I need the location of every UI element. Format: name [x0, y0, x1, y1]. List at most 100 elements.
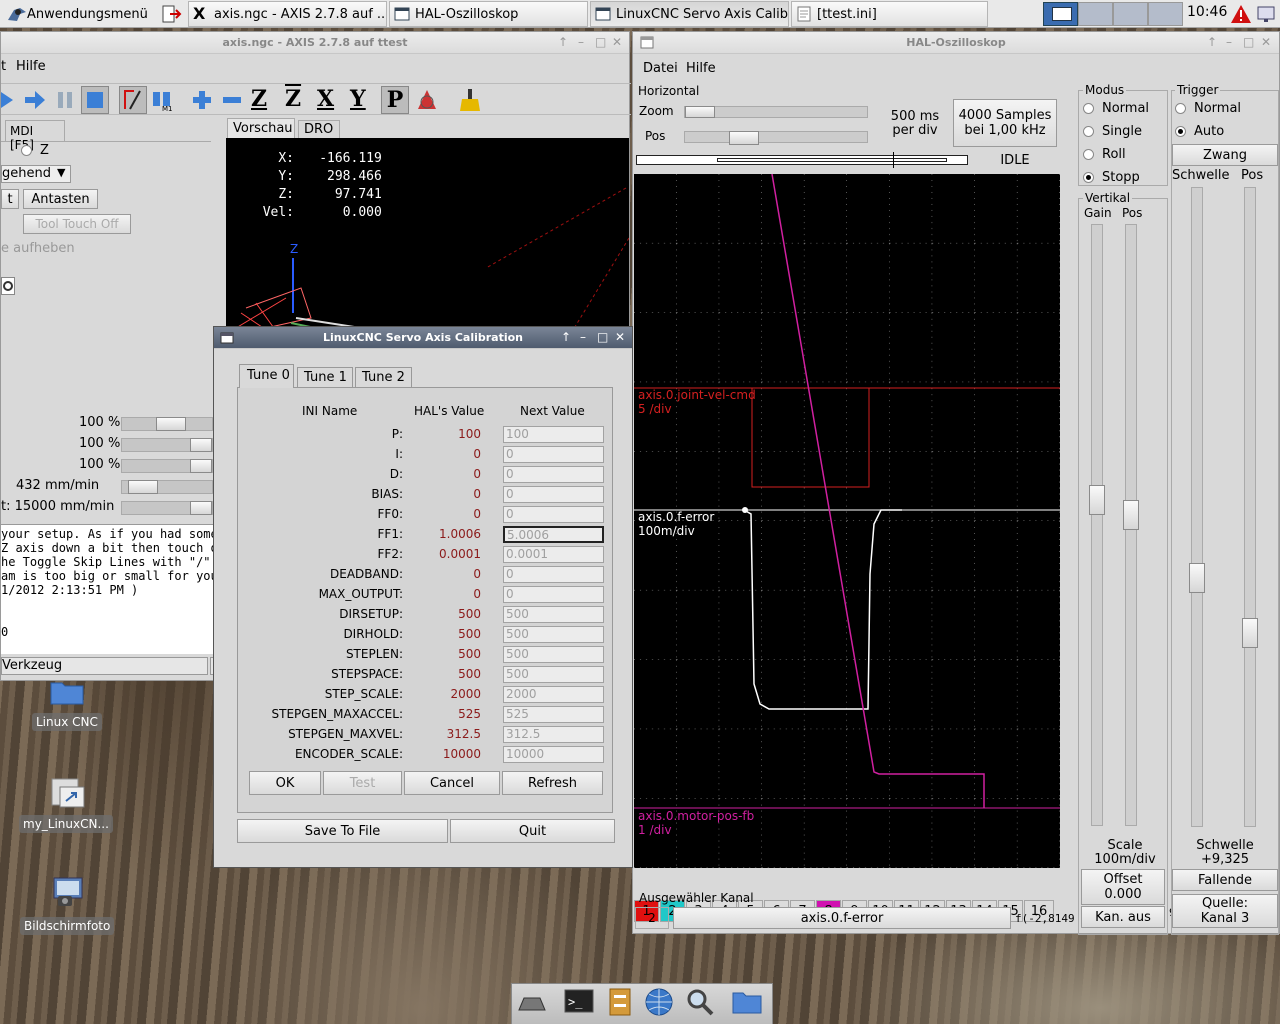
quit-button[interactable]: Quit [450, 819, 615, 843]
feed-override-slider[interactable] [121, 417, 213, 431]
workspace-4[interactable] [1148, 2, 1183, 26]
slider-thumb[interactable] [190, 438, 212, 452]
slider-thumb[interactable] [685, 106, 715, 118]
param-next-value-input[interactable]: 0 [503, 566, 604, 583]
param-next-value-input[interactable]: 525 [503, 706, 604, 723]
test-button[interactable]: Test [323, 771, 402, 795]
max-velocity-slider[interactable] [121, 501, 213, 515]
param-next-value-input[interactable]: 500 [503, 646, 604, 663]
window-maximize-icon[interactable]: □ [597, 330, 608, 344]
trigger-normal[interactable]: Normal [1175, 101, 1241, 116]
zoom-out-icon[interactable] [221, 89, 243, 111]
menu-item-file[interactable]: t [1, 59, 6, 74]
desktop-icon-my-linuxcnc[interactable]: my_LinuxCN... [19, 815, 113, 833]
slider-thumb[interactable] [1123, 500, 1139, 530]
menu-item-help[interactable]: Hilfe [16, 59, 46, 74]
clock[interactable]: 10:46 [1187, 4, 1227, 20]
jog-speed-slider[interactable] [121, 480, 213, 494]
record-position-bar[interactable] [636, 152, 968, 168]
save-to-file-button[interactable]: Save To File [237, 819, 448, 843]
slider-thumb[interactable] [156, 417, 186, 431]
param-next-value-input[interactable]: 0 [503, 446, 604, 463]
slider-thumb[interactable] [190, 459, 212, 473]
window-menu-icon[interactable] [640, 36, 654, 50]
param-next-value-input[interactable]: 500 [503, 606, 604, 623]
window-close-icon[interactable]: ✕ [1261, 35, 1271, 49]
task-axis[interactable]: Xaxis.ngc - AXIS 2.7.8 auf ... [188, 1, 387, 27]
pause-icon[interactable] [55, 90, 75, 110]
param-next-value-input[interactable]: 0 [503, 506, 604, 523]
task-servo-calibration[interactable]: LinuxCNC Servo Axis Calib... [590, 1, 789, 27]
terminal-icon[interactable]: >_ [563, 986, 595, 1018]
file-manager-icon[interactable] [604, 986, 636, 1018]
tab-tune-0[interactable]: Tune 0 [239, 364, 294, 388]
param-next-value-input[interactable]: 500 [503, 626, 604, 643]
param-next-value-input[interactable]: 0.0001 [503, 546, 604, 563]
modus-stopp[interactable]: Stopp [1083, 170, 1140, 185]
menu-item-datei[interactable]: Datei [643, 61, 678, 76]
modus-single[interactable]: Single [1083, 124, 1142, 139]
folder-icon[interactable] [731, 986, 763, 1018]
zoom-in-icon[interactable] [191, 89, 213, 111]
folder-icon[interactable] [50, 679, 84, 705]
param-next-value-input[interactable]: 2000 [503, 686, 604, 703]
tab-preview[interactable]: Vorschau [227, 118, 295, 138]
window-minimize-icon[interactable]: – [1226, 35, 1232, 49]
menu-item-hilfe[interactable]: Hilfe [686, 61, 716, 76]
tool-touch-off-button[interactable]: Tool Touch Off [23, 214, 131, 234]
search-icon[interactable] [684, 986, 716, 1018]
trigger-auto[interactable]: Auto [1175, 124, 1224, 139]
window-up-icon[interactable]: ↑ [558, 35, 568, 49]
window-maximize-icon[interactable]: □ [595, 35, 606, 49]
step-icon[interactable] [23, 88, 47, 112]
channel-off-button[interactable]: Kan. aus [1081, 906, 1165, 928]
gain-slider[interactable] [1089, 224, 1105, 826]
force-trigger-button[interactable]: Zwang [1172, 144, 1278, 166]
param-next-value-input[interactable]: 100 [503, 426, 604, 443]
desktop-icon-bildschirmfoto[interactable]: Bildschirmfoto [20, 917, 115, 935]
task-ttest-ini[interactable]: [ttest.ini] [791, 1, 988, 27]
workspace-2[interactable] [1078, 2, 1113, 26]
window-minimize-icon[interactable]: – [578, 35, 584, 49]
param-next-value-input[interactable]: 500 [503, 666, 604, 683]
window-maximize-icon[interactable]: □ [1243, 35, 1254, 49]
slider-thumb[interactable] [190, 501, 212, 515]
task-hal-scope[interactable]: HAL-Oszilloskop [389, 1, 588, 27]
param-next-value-input[interactable]: 5.0006 [503, 526, 604, 543]
desktop-icon-linux-cnc[interactable]: Linux CNC [32, 713, 102, 731]
window-up-icon[interactable]: ↑ [1207, 35, 1217, 49]
warning-icon[interactable] [1230, 4, 1252, 27]
spindle-override-slider[interactable] [121, 438, 213, 452]
param-next-value-input[interactable]: 0 [503, 466, 604, 483]
tab-tune-1[interactable]: Tune 1 [297, 367, 353, 387]
touch-off-button[interactable]: t [1, 189, 19, 209]
vertical-pos-slider[interactable] [1123, 224, 1139, 826]
tab-tune-2[interactable]: Tune 2 [355, 367, 412, 387]
block-delete-icon[interactable] [119, 86, 147, 114]
stop-button[interactable] [81, 86, 109, 114]
logout-icon[interactable] [160, 4, 182, 24]
jog-mode-combo[interactable]: gehend ▼ [1, 165, 71, 183]
slider-thumb[interactable] [128, 480, 158, 494]
application-menu-button[interactable]: Anwendungsmenü [2, 1, 182, 27]
probe-button[interactable]: Antasten [23, 189, 98, 209]
clear-plot-icon[interactable] [458, 87, 482, 113]
view-z2-icon[interactable]: Z [285, 86, 301, 112]
zoom-slider[interactable] [684, 106, 868, 118]
show-desktop-icon[interactable] [516, 986, 548, 1018]
preview-canvas[interactable]: Z X: -166.119 Y: 298.466 Z: 97.741 Vel: … [226, 138, 629, 358]
window-menu-icon[interactable] [220, 331, 234, 345]
param-next-value-input[interactable]: 0 [503, 486, 604, 503]
view-y-icon[interactable]: Y [350, 86, 366, 112]
screenshot-icon[interactable] [50, 876, 86, 908]
rotate-view-icon[interactable] [414, 87, 440, 113]
workspace-1[interactable] [1043, 2, 1078, 26]
view-x-icon[interactable]: X [317, 86, 334, 112]
window-up-icon[interactable]: ↑ [561, 330, 571, 344]
selected-channel-name-button[interactable]: axis.0.f-error [673, 907, 1011, 929]
view-p-icon[interactable]: P [381, 86, 409, 114]
slider-thumb[interactable] [729, 131, 759, 145]
network-icon[interactable] [1256, 4, 1278, 27]
offset-button[interactable]: Offset 0.000 [1081, 869, 1165, 905]
web-browser-icon[interactable] [643, 986, 675, 1018]
